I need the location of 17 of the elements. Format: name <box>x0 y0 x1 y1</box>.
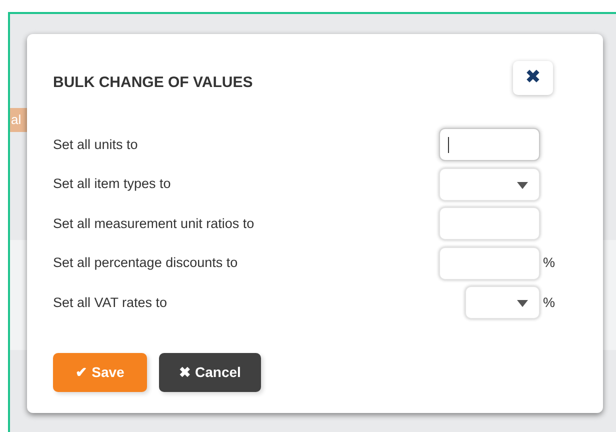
unit-label: % <box>543 294 556 312</box>
field-label: Set all measurement unit ratios to <box>53 214 256 233</box>
close-button[interactable]: ✖ <box>513 61 553 95</box>
dropdown-field[interactable] <box>439 168 540 201</box>
dialog-title: BULK CHANGE OF VALUES <box>53 74 253 92</box>
input-field[interactable] <box>439 246 540 280</box>
field-label: Set all percentage discounts to <box>53 254 239 272</box>
dropdown-field[interactable] <box>465 286 540 320</box>
field-label: Set all item types to <box>53 175 172 194</box>
cancel-button[interactable]: ✖ Cancel <box>159 352 261 392</box>
input-field[interactable] <box>439 128 540 162</box>
input-field[interactable] <box>439 207 540 240</box>
unit-label: % <box>543 254 556 272</box>
field-label: Set all units to <box>53 136 139 154</box>
caret-icon <box>517 182 528 189</box>
field-label: Set all VAT rates to <box>53 294 168 312</box>
caret-icon <box>517 300 528 308</box>
